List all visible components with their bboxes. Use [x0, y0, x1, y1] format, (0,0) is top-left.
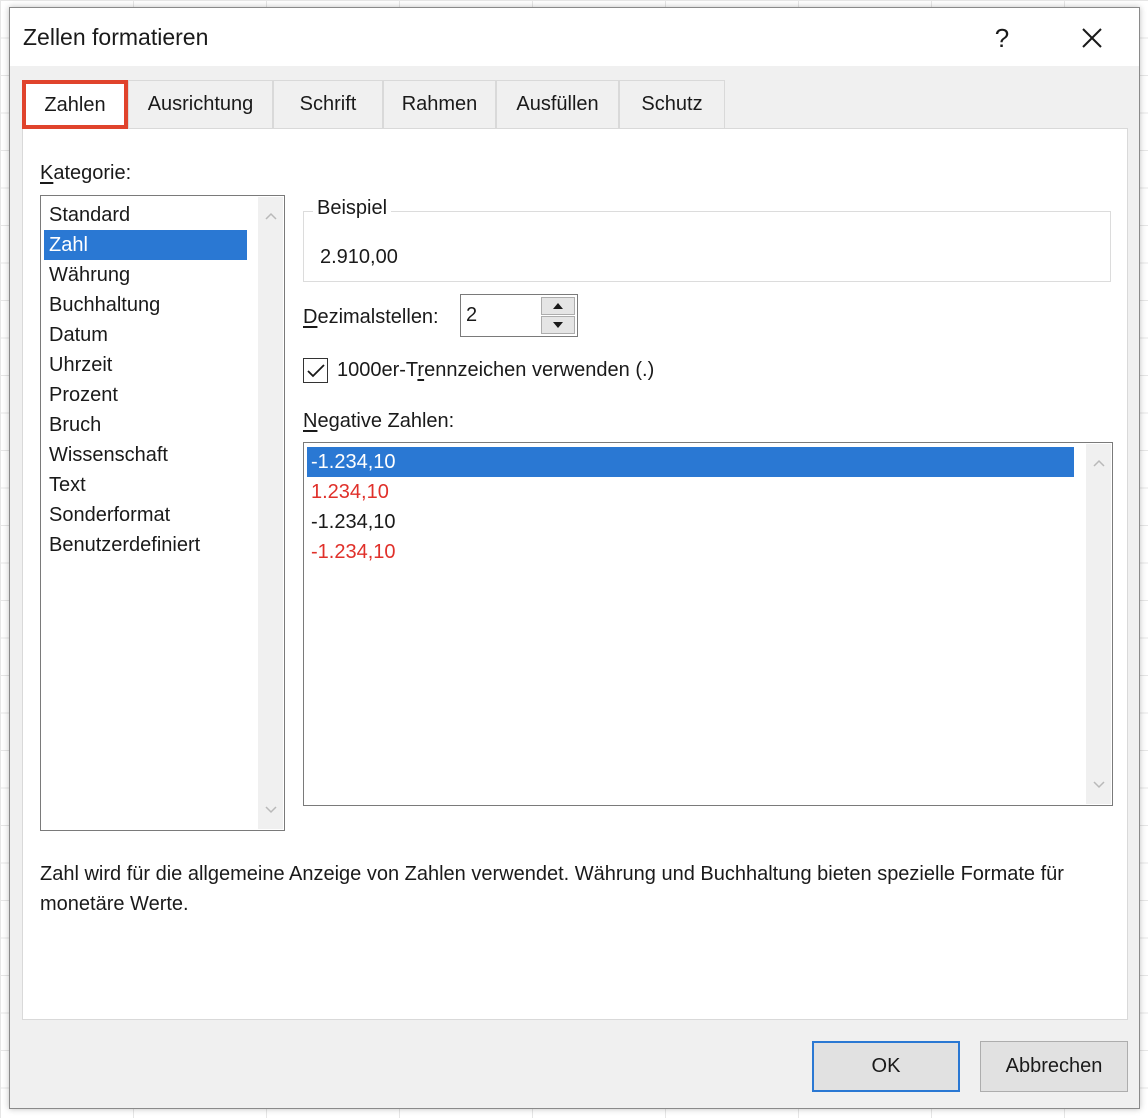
negative-format-item[interactable]: -1.234,10 — [307, 447, 1074, 477]
decimal-places-label: Dezimalstellen: — [303, 306, 439, 328]
category-item-wissenschaft[interactable]: Wissenschaft — [44, 440, 247, 470]
close-icon — [1082, 28, 1102, 48]
example-group — [303, 211, 1111, 282]
spin-up-button[interactable] — [541, 297, 575, 315]
category-item-text[interactable]: Text — [44, 470, 247, 500]
negative-numbers-listbox[interactable]: -1.234,10 1.234,10 -1.234,10 -1.234,10 — [303, 442, 1113, 806]
cancel-button[interactable]: Abbrechen — [980, 1041, 1128, 1092]
category-description: Zahl wird für die allgemeine Anzeige von… — [40, 863, 1064, 915]
scroll-up-arrow-icon[interactable] — [1086, 450, 1111, 476]
tab-schrift[interactable]: Schrift — [273, 80, 383, 128]
category-item-benutzerdefiniert[interactable]: Benutzerdefiniert — [44, 530, 247, 560]
tab-schutz[interactable]: Schutz — [619, 80, 725, 128]
checkmark-icon — [306, 363, 325, 377]
tab-ausrichtung[interactable]: Ausrichtung — [128, 80, 273, 128]
category-item-prozent[interactable]: Prozent — [44, 380, 247, 410]
negative-format-item[interactable]: -1.234,10 — [307, 537, 1074, 567]
scroll-up-arrow-icon[interactable] — [258, 203, 283, 229]
close-button[interactable] — [1063, 16, 1121, 60]
tab-zahlen[interactable]: Zahlen — [22, 80, 128, 129]
tab-ausfuellen[interactable]: Ausfüllen — [496, 80, 619, 128]
example-legend: Beispiel — [313, 197, 392, 220]
scroll-down-arrow-icon[interactable] — [258, 797, 283, 823]
tab-panel-zahlen: Kategorie: Standard Zahl Währung Buchhal… — [22, 128, 1128, 1020]
negative-numbers-label: Negative Zahlen: — [303, 410, 455, 432]
dialog-title: Zellen formatieren — [23, 24, 209, 50]
decimal-places-input[interactable] — [464, 298, 539, 333]
triangle-up-icon — [553, 303, 563, 309]
title-bar: Zellen formatieren ? — [10, 8, 1139, 66]
category-item-bruch[interactable]: Bruch — [44, 410, 247, 440]
help-button[interactable]: ? — [973, 16, 1031, 60]
ok-button[interactable]: OK — [812, 1041, 960, 1092]
tab-rahmen[interactable]: Rahmen — [383, 80, 496, 128]
negative-format-item[interactable]: 1.234,10 — [307, 477, 1074, 507]
negative-format-item[interactable]: -1.234,10 — [307, 507, 1074, 537]
category-item-uhrzeit[interactable]: Uhrzeit — [44, 350, 247, 380]
category-label: Kategorie: — [40, 162, 132, 184]
thousands-separator-option[interactable]: 1000er-Trennzeichen verwenden (.) — [303, 358, 654, 383]
decimal-places-spinner[interactable] — [460, 294, 578, 337]
tab-strip: Zahlen Ausrichtung Schrift Rahmen Ausfül… — [22, 80, 725, 129]
thousands-separator-checkbox[interactable] — [303, 358, 328, 383]
triangle-down-icon — [553, 322, 563, 328]
spin-down-button[interactable] — [541, 316, 575, 334]
category-item-datum[interactable]: Datum — [44, 320, 247, 350]
example-value: 2.910,00 — [320, 246, 398, 268]
thousands-separator-label: 1000er-Trennzeichen verwenden (.) — [337, 359, 655, 381]
category-item-buchhaltung[interactable]: Buchhaltung — [44, 290, 247, 320]
category-item-sonderformat[interactable]: Sonderformat — [44, 500, 247, 530]
negative-numbers-scrollbar[interactable] — [1086, 444, 1111, 804]
format-cells-dialog: Zellen formatieren ? Zahlen Ausrichtung … — [9, 7, 1140, 1109]
category-scrollbar[interactable] — [258, 197, 283, 829]
scroll-down-arrow-icon[interactable] — [1086, 772, 1111, 798]
category-item-zahl[interactable]: Zahl — [44, 230, 247, 260]
category-listbox[interactable]: Standard Zahl Währung Buchhaltung Datum … — [40, 195, 285, 831]
category-item-standard[interactable]: Standard — [44, 200, 247, 230]
category-item-waehrung[interactable]: Währung — [44, 260, 247, 290]
